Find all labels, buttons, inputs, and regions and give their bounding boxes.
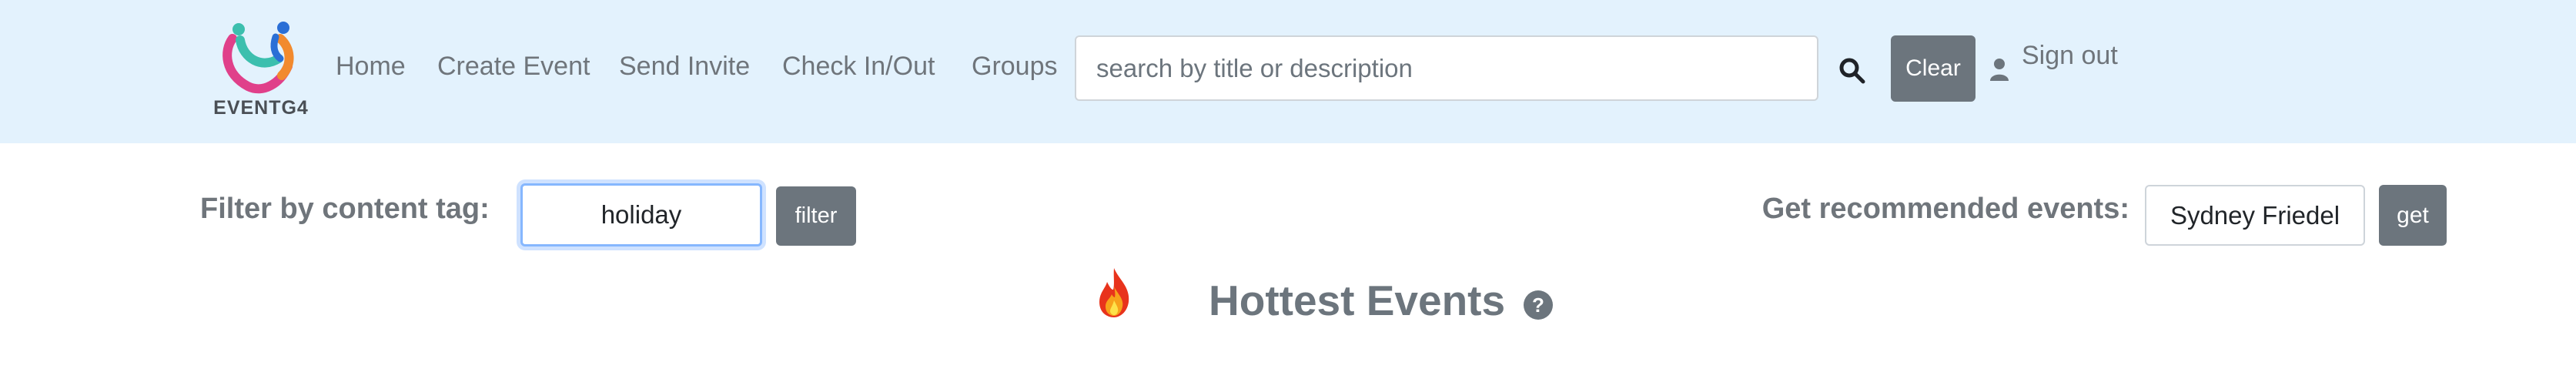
nav-send-invite-link[interactable]: Send Invite bbox=[619, 52, 750, 82]
tag-filter-input[interactable] bbox=[520, 183, 762, 246]
clear-button[interactable]: Clear bbox=[1891, 35, 1975, 102]
logo-graphic bbox=[222, 22, 294, 94]
nav-create-event-link[interactable]: Create Event bbox=[437, 52, 590, 82]
navbar: EVENTG4 Home Create Event Send Invite Ch… bbox=[0, 0, 2576, 143]
question-circle-icon[interactable]: ? bbox=[1523, 290, 1554, 320]
user-icon bbox=[1990, 59, 2009, 81]
nav-check-in-out-link[interactable]: Check In/Out bbox=[782, 52, 935, 82]
recommend-label: Get recommended events: bbox=[1761, 193, 2129, 225]
fire-icon bbox=[1099, 268, 1129, 317]
svg-text:?: ? bbox=[1532, 293, 1544, 317]
nav-home-link[interactable]: Home bbox=[336, 52, 406, 82]
filter-label: Filter by content tag: bbox=[200, 193, 490, 225]
search-icon[interactable] bbox=[1838, 57, 1866, 85]
get-recommendations-button[interactable]: get bbox=[2379, 185, 2447, 246]
filter-button[interactable]: filter bbox=[776, 186, 856, 246]
nav-groups-link[interactable]: Groups bbox=[972, 52, 1058, 82]
recommend-user-input[interactable] bbox=[2145, 185, 2365, 246]
search-input[interactable] bbox=[1075, 35, 1818, 101]
brand-name: EVENTG4 bbox=[213, 97, 309, 119]
brand-logo[interactable]: EVENTG4 bbox=[206, 20, 316, 123]
sign-out-link[interactable]: Sign out bbox=[2022, 41, 2118, 71]
hottest-events-heading: Hottest Events bbox=[1209, 277, 1506, 324]
